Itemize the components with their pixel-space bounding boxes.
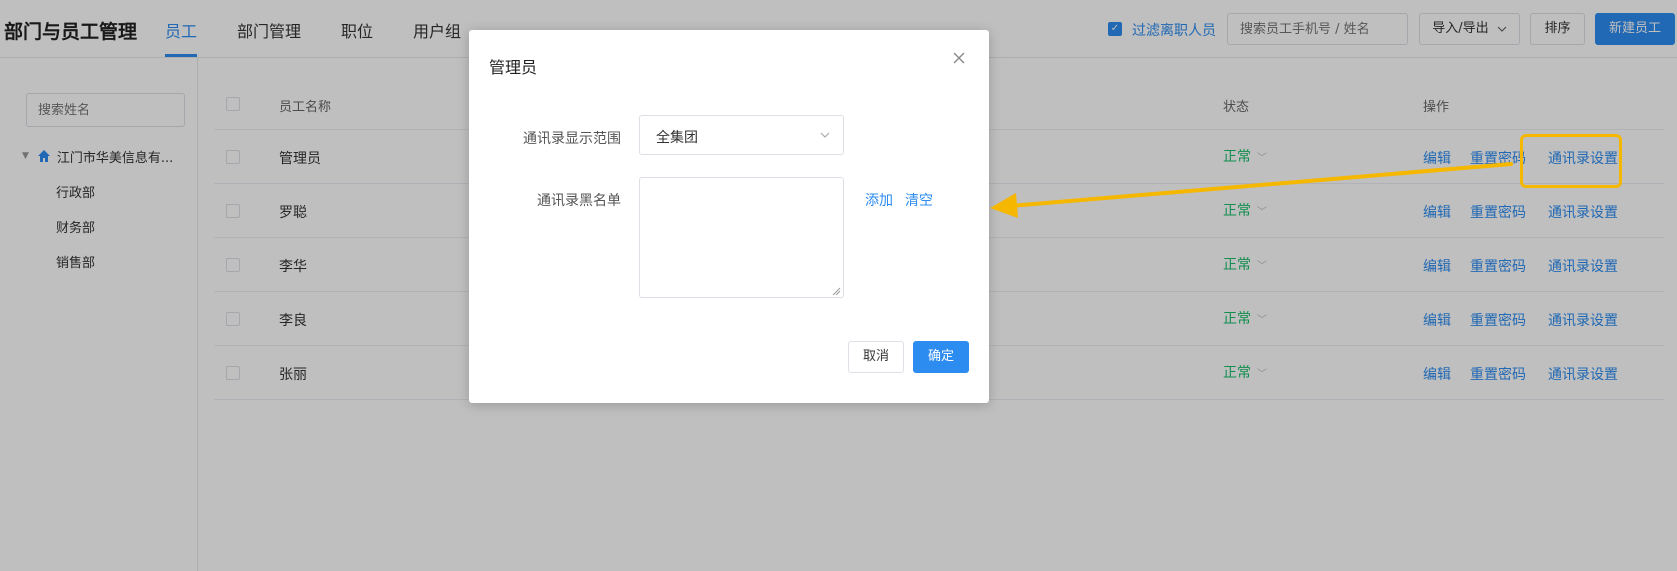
scope-label: 通讯录显示范围 (523, 131, 621, 147)
close-icon[interactable] (949, 48, 969, 68)
contacts-settings-dialog: 管理员 通讯录显示范围 全集团 通讯录黑名单 添加 清空 取消 确定 (469, 30, 989, 403)
resize-grip-icon[interactable] (831, 286, 841, 296)
cancel-button[interactable]: 取消 (848, 341, 904, 373)
blacklist-label: 通讯录黑名单 (537, 193, 621, 209)
add-link[interactable]: 添加 (865, 190, 893, 210)
annotation-highlight-box (1520, 134, 1622, 188)
blacklist-textarea[interactable] (639, 177, 844, 298)
clear-link[interactable]: 清空 (905, 190, 933, 210)
scope-select-value: 全集团 (656, 130, 698, 146)
scope-select[interactable]: 全集团 (639, 115, 844, 155)
chevron-down-icon (820, 132, 830, 138)
dialog-title: 管理员 (489, 58, 538, 77)
confirm-button[interactable]: 确定 (913, 341, 969, 373)
